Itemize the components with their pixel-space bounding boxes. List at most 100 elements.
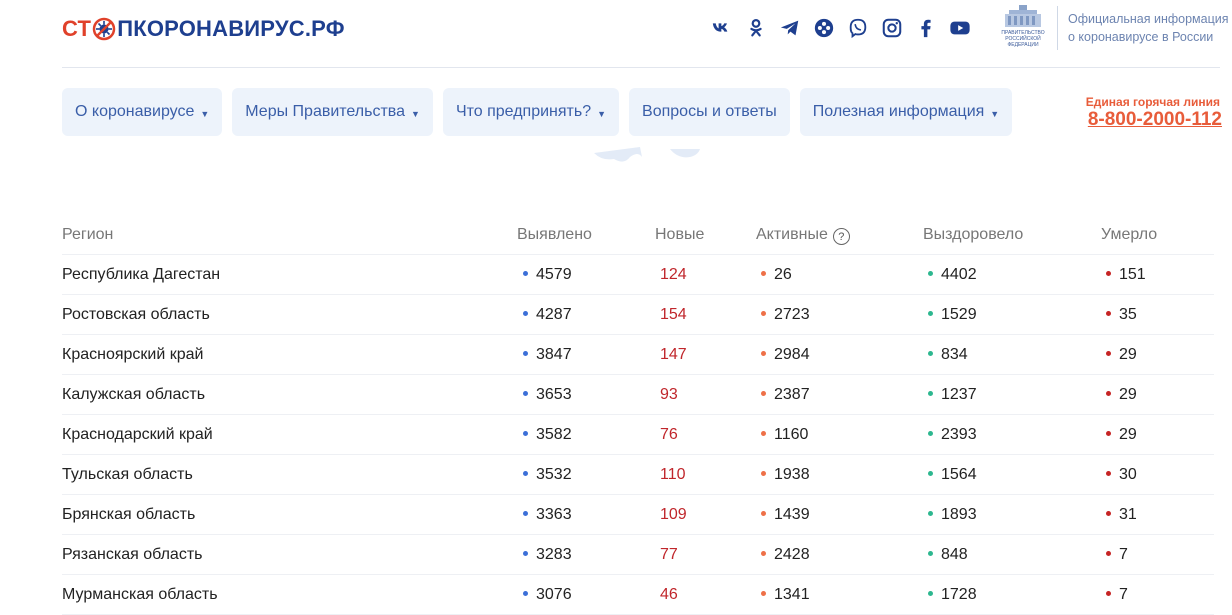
died-value: 29	[1119, 385, 1137, 403]
viber-icon[interactable]	[846, 14, 870, 42]
red-dot-icon	[1106, 510, 1111, 516]
green-dot-icon	[928, 390, 933, 396]
green-dot-icon	[928, 550, 933, 556]
table-row: Ростовская область 4287 154 2723 1529 35	[62, 295, 1214, 335]
new-value: 147	[660, 345, 687, 363]
blue-dot-icon	[523, 430, 528, 436]
found-value-cell: 3363	[523, 506, 572, 524]
recovered-value-cell: 4402	[928, 266, 977, 284]
green-dot-icon	[928, 590, 933, 596]
official-info: Официальная информация о коронавирусе в …	[1068, 10, 1232, 46]
new-value: 76	[660, 425, 678, 443]
facebook-icon[interactable]	[914, 14, 938, 42]
found-value-cell: 3847	[523, 346, 572, 364]
header-new[interactable]: Новые	[655, 226, 704, 244]
died-value-cell: 29	[1106, 386, 1137, 404]
new-value-cell: 154	[660, 306, 687, 324]
region-name: Рязанская область	[62, 545, 203, 563]
red-dot-icon	[1106, 430, 1111, 436]
site-logo[interactable]: СТ ПКОРОНАВИРУС.РФ	[62, 14, 345, 44]
region-name-cell: Ростовская область	[62, 306, 210, 324]
new-value-cell: 109	[660, 506, 687, 524]
orange-dot-icon	[761, 430, 766, 436]
table-row: Тульская область 3532 110 1938 1564 30	[62, 455, 1214, 495]
found-value: 3076	[536, 585, 572, 603]
orange-dot-icon	[761, 350, 766, 356]
recovered-value-cell: 1237	[928, 386, 977, 404]
green-dot-icon	[928, 470, 933, 476]
recovered-value: 1564	[941, 465, 977, 483]
new-value-cell: 77	[660, 546, 678, 564]
region-name: Красноярский край	[62, 345, 204, 363]
found-value-cell: 4287	[523, 306, 572, 324]
found-value-cell: 3283	[523, 546, 572, 564]
active-value-cell: 2984	[761, 346, 810, 364]
red-dot-icon	[1106, 350, 1111, 356]
recovered-value-cell: 1529	[928, 306, 977, 324]
vk-icon[interactable]	[710, 14, 734, 42]
recovered-value-cell: 1728	[928, 586, 977, 604]
found-value-cell: 3653	[523, 386, 572, 404]
table-row: Рязанская область 3283 77 2428 848 7	[62, 535, 1214, 575]
found-value-cell: 3582	[523, 426, 572, 444]
red-dot-icon	[1106, 550, 1111, 556]
green-dot-icon	[928, 350, 933, 356]
official-info-line-1: Официальная информация	[1068, 12, 1229, 26]
died-value-cell: 35	[1106, 306, 1137, 324]
active-value-cell: 1439	[761, 506, 810, 524]
recovered-value: 834	[941, 345, 968, 363]
header-active[interactable]: Активные	[756, 226, 828, 243]
active-value: 2428	[774, 545, 810, 563]
new-value-cell: 93	[660, 386, 678, 404]
new-value: 93	[660, 385, 678, 403]
header-active-cell: Активные?	[756, 226, 850, 246]
main-nav: О коронавирусе ▼ Меры Правительства ▼ Чт…	[62, 88, 1013, 136]
table-row: Красноярский край 3847 147 2984 834 29	[62, 335, 1214, 375]
header-died[interactable]: Умерло	[1101, 226, 1157, 244]
telegram-icon[interactable]	[778, 14, 802, 42]
help-icon[interactable]: ?	[832, 228, 850, 246]
logo-text-end: ПКОРОНАВИРУС.РФ	[117, 16, 345, 42]
region-name-cell: Краснодарский край	[62, 426, 213, 444]
nav-about-coronavirus[interactable]: О коронавирусе ▼	[62, 88, 223, 136]
died-value-cell: 30	[1106, 466, 1137, 484]
found-value: 3653	[536, 385, 572, 403]
active-value: 2984	[774, 345, 810, 363]
found-value: 3582	[536, 425, 572, 443]
orange-dot-icon	[761, 310, 766, 316]
header-found[interactable]: Выявлено	[517, 226, 592, 244]
regions-stats-table: Регион Выявлено Новые Активные? Выздоров…	[62, 216, 1214, 615]
government-logo[interactable]: ПРАВИТЕЛЬСТВО РОССИЙСКОЙ ФЕДЕРАЦИИ	[996, 4, 1050, 50]
found-value: 3283	[536, 545, 572, 563]
hotline-phone-link[interactable]: 8-800-2000-112	[1088, 109, 1222, 131]
yandex-icon[interactable]	[812, 14, 836, 42]
instagram-icon[interactable]	[880, 14, 904, 42]
header-recovered[interactable]: Выздоровело	[923, 226, 1023, 244]
active-value-cell: 26	[761, 266, 792, 284]
new-value: 154	[660, 305, 687, 323]
odnoklassniki-icon[interactable]	[744, 14, 768, 42]
found-value-cell: 3076	[523, 586, 572, 604]
green-dot-icon	[928, 310, 933, 316]
died-value: 29	[1119, 425, 1137, 443]
government-logo-text: ПРАВИТЕЛЬСТВО РОССИЙСКОЙ ФЕДЕРАЦИИ	[996, 30, 1050, 48]
nav-government-measures[interactable]: Меры Правительства ▼	[232, 88, 433, 136]
nav-what-to-do[interactable]: Что предпринять? ▼	[442, 88, 620, 136]
table-body: Республика Дагестан 4579 124 26 4402 151 Росто…	[62, 255, 1214, 615]
green-dot-icon	[928, 430, 933, 436]
logo-text-start: СТ	[62, 16, 92, 41]
active-value-cell: 1341	[761, 586, 810, 604]
orange-dot-icon	[761, 270, 766, 276]
active-value: 1439	[774, 505, 810, 523]
header-region[interactable]: Регион	[62, 226, 113, 244]
found-value: 3532	[536, 465, 572, 483]
new-value-cell: 46	[660, 586, 678, 604]
red-dot-icon	[1106, 390, 1111, 396]
nav-useful-info[interactable]: Полезная информация ▼	[799, 88, 1013, 136]
red-dot-icon	[1106, 310, 1111, 316]
nav-faq[interactable]: Вопросы и ответы	[629, 88, 790, 136]
region-name-cell: Мурманская область	[62, 586, 218, 604]
youtube-icon[interactable]	[948, 14, 972, 42]
found-value-cell: 3532	[523, 466, 572, 484]
new-value-cell: 76	[660, 426, 678, 444]
